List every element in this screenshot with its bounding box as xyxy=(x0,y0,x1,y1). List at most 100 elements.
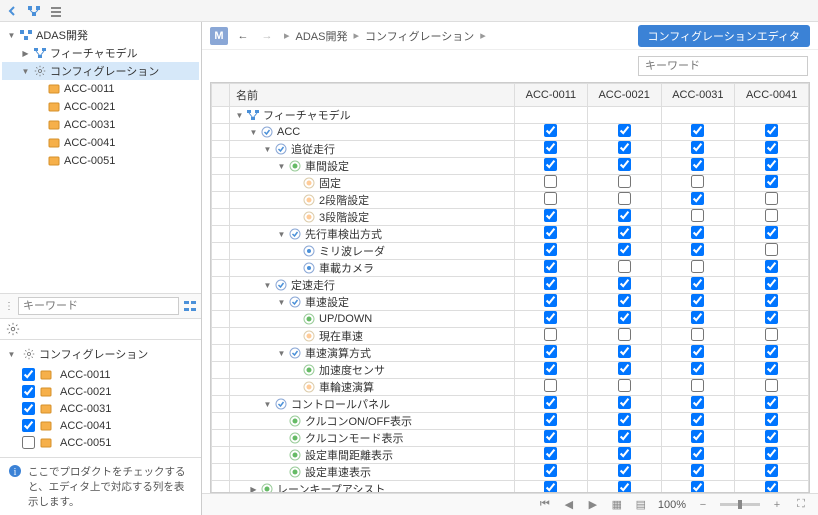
feature-grid[interactable]: 名前ACC-0011ACC-0021ACC-0031ACC-0041▼フィーチャ… xyxy=(210,82,810,493)
expand-toggle-icon[interactable]: ▶ xyxy=(248,485,259,494)
feature-checkbox[interactable] xyxy=(765,294,778,307)
expand-toggle-icon[interactable]: ▼ xyxy=(276,298,287,307)
config-checkbox[interactable] xyxy=(22,368,35,381)
page-prev-icon[interactable]: ◀ xyxy=(562,498,576,512)
expand-toggle-icon[interactable] xyxy=(34,120,45,131)
feature-checkbox[interactable] xyxy=(618,277,631,290)
config-checkbox[interactable] xyxy=(22,402,35,415)
page-next-icon[interactable]: ▶ xyxy=(586,498,600,512)
config-checkbox[interactable] xyxy=(22,385,35,398)
filter-icon[interactable]: ⋮ xyxy=(4,301,14,312)
feature-checkbox[interactable] xyxy=(691,226,704,239)
feature-checkbox[interactable] xyxy=(765,158,778,171)
feature-checkbox[interactable] xyxy=(544,158,557,171)
expand-toggle-icon[interactable]: ▼ xyxy=(20,66,31,77)
tree-item[interactable]: ACC-0021 xyxy=(2,98,199,116)
feature-checkbox[interactable] xyxy=(765,447,778,460)
feature-checkbox[interactable] xyxy=(765,311,778,324)
expand-toggle-icon[interactable] xyxy=(34,156,45,167)
feature-checkbox[interactable] xyxy=(618,294,631,307)
column-header[interactable]: ACC-0021 xyxy=(587,84,661,107)
expand-toggle-icon[interactable]: ▼ xyxy=(6,349,17,360)
config-editor-button[interactable]: コンフィグレーションエディタ xyxy=(638,25,810,47)
feature-checkbox[interactable] xyxy=(544,294,557,307)
expand-toggle-icon[interactable]: ▼ xyxy=(262,281,273,290)
feature-checkbox[interactable] xyxy=(544,141,557,154)
config-check-item[interactable]: ACC-0011 xyxy=(6,366,195,383)
feature-checkbox[interactable] xyxy=(691,413,704,426)
feature-checkbox[interactable] xyxy=(691,192,704,205)
feature-checkbox[interactable] xyxy=(618,226,631,239)
tree-item[interactable]: ACC-0041 xyxy=(2,134,199,152)
feature-checkbox[interactable] xyxy=(765,175,778,188)
tree-item[interactable]: ACC-0011 xyxy=(2,80,199,98)
expand-toggle-icon[interactable]: ▼ xyxy=(262,400,273,409)
expand-toggle-icon[interactable]: ▼ xyxy=(6,30,17,41)
feature-checkbox[interactable] xyxy=(544,175,557,188)
feature-checkbox[interactable] xyxy=(691,158,704,171)
config-checkbox[interactable] xyxy=(22,419,35,432)
feature-checkbox[interactable] xyxy=(691,294,704,307)
grid-icon[interactable]: ▦ xyxy=(610,498,624,512)
grid-keyword-input[interactable] xyxy=(638,56,808,76)
feature-checkbox[interactable] xyxy=(618,124,631,137)
feature-checkbox[interactable] xyxy=(765,430,778,443)
breadcrumb[interactable]: ▸ADAS開発▸コンフィグレーション▸ xyxy=(282,28,488,44)
config-check-item[interactable]: ACC-0031 xyxy=(6,400,195,417)
feature-checkbox[interactable] xyxy=(618,481,631,493)
feature-checkbox[interactable] xyxy=(618,209,631,222)
feature-checkbox[interactable] xyxy=(691,175,704,188)
feature-checkbox[interactable] xyxy=(765,124,778,137)
left-keyword-input[interactable] xyxy=(18,297,179,315)
expand-toggle-icon[interactable]: ▼ xyxy=(234,111,245,120)
feature-checkbox[interactable] xyxy=(544,311,557,324)
page-first-icon[interactable]: ⏮ xyxy=(538,498,552,512)
feature-checkbox[interactable] xyxy=(691,430,704,443)
expand-toggle-icon[interactable] xyxy=(34,138,45,149)
feature-checkbox[interactable] xyxy=(765,226,778,239)
zoom-slider[interactable] xyxy=(720,503,760,506)
feature-checkbox[interactable] xyxy=(544,464,557,477)
feature-checkbox[interactable] xyxy=(765,277,778,290)
column-header-name[interactable]: 名前 xyxy=(230,84,515,107)
feature-checkbox[interactable] xyxy=(691,124,704,137)
feature-checkbox[interactable] xyxy=(544,447,557,460)
feature-checkbox[interactable] xyxy=(618,464,631,477)
tree-configuration[interactable]: ▼コンフィグレーション xyxy=(2,62,199,80)
expand-toggle-icon[interactable]: ▼ xyxy=(276,162,287,171)
feature-checkbox[interactable] xyxy=(618,192,631,205)
nav-back-icon[interactable] xyxy=(4,3,20,19)
tree-root[interactable]: ▼ADAS開発 xyxy=(2,26,199,44)
feature-checkbox[interactable] xyxy=(765,464,778,477)
feature-checkbox[interactable] xyxy=(618,362,631,375)
tree-item[interactable]: ACC-0031 xyxy=(2,116,199,134)
feature-checkbox[interactable] xyxy=(691,260,704,273)
feature-checkbox[interactable] xyxy=(765,209,778,222)
tree-feature-model[interactable]: ▶フィーチャモデル xyxy=(2,44,199,62)
breadcrumb-segment[interactable]: コンフィグレーション xyxy=(365,28,474,44)
column-header[interactable]: ACC-0011 xyxy=(515,84,588,107)
feature-checkbox[interactable] xyxy=(544,260,557,273)
feature-checkbox[interactable] xyxy=(544,192,557,205)
feature-checkbox[interactable] xyxy=(765,413,778,426)
feature-checkbox[interactable] xyxy=(691,243,704,256)
columns-icon[interactable]: ▤ xyxy=(634,498,648,512)
feature-checkbox[interactable] xyxy=(691,311,704,324)
diagram-icon[interactable] xyxy=(26,3,42,19)
feature-checkbox[interactable] xyxy=(765,379,778,392)
gear-icon[interactable] xyxy=(6,322,20,336)
config-check-item[interactable]: ACC-0041 xyxy=(6,417,195,434)
feature-checkbox[interactable] xyxy=(618,243,631,256)
list-icon[interactable] xyxy=(48,3,64,19)
config-check-item[interactable]: ACC-0051 xyxy=(6,434,195,451)
feature-checkbox[interactable] xyxy=(544,277,557,290)
feature-checkbox[interactable] xyxy=(544,345,557,358)
feature-checkbox[interactable] xyxy=(618,430,631,443)
zoom-in-icon[interactable]: + xyxy=(770,498,784,512)
feature-checkbox[interactable] xyxy=(544,124,557,137)
feature-checkbox[interactable] xyxy=(691,396,704,409)
feature-checkbox[interactable] xyxy=(544,413,557,426)
feature-checkbox[interactable] xyxy=(618,396,631,409)
expand-toggle-icon[interactable]: ▼ xyxy=(262,145,273,154)
feature-checkbox[interactable] xyxy=(691,277,704,290)
